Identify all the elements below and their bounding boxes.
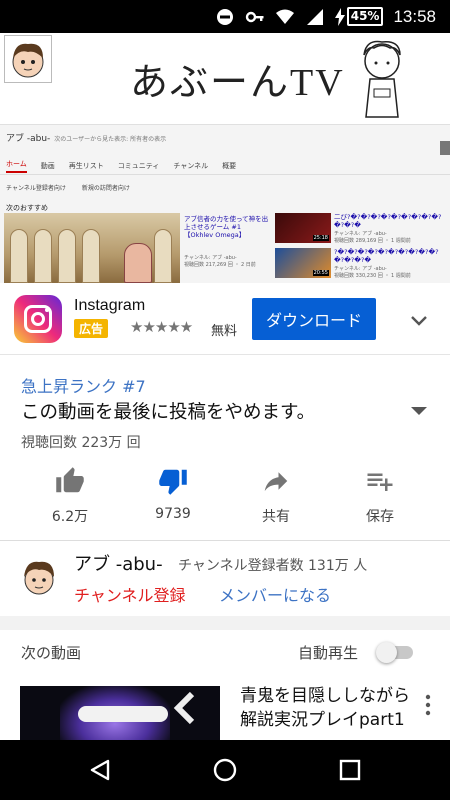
trending-rank[interactable]: 急上昇ランク #7 bbox=[21, 373, 146, 397]
channel-banner: あぶーんTV bbox=[0, 33, 450, 155]
navigation-bar bbox=[0, 740, 450, 800]
embedded-video-meta: チャンネル: アブ -abu- 視聴回数 289,169 回 ・ 1 週間前 bbox=[334, 231, 411, 244]
view-count: 視聴回数 223万 回 bbox=[21, 435, 141, 451]
embedded-tab: 概要 bbox=[222, 161, 237, 170]
ad-badge: 広告 bbox=[74, 319, 109, 338]
vpn-key-icon bbox=[245, 11, 264, 22]
battery-level: 45% bbox=[346, 7, 384, 26]
embedded-video-thumb: 20:55 bbox=[275, 248, 331, 278]
dislike-count: 9739 bbox=[155, 506, 191, 522]
thumbs-down-icon bbox=[159, 469, 187, 495]
share-icon bbox=[264, 472, 288, 491]
scroll-indicator bbox=[440, 141, 450, 155]
back-icon[interactable] bbox=[88, 758, 112, 782]
banner-character bbox=[363, 40, 401, 118]
ad-rating-stars: ★★★★★ bbox=[130, 318, 193, 336]
clock: 13:58 bbox=[393, 6, 436, 26]
embedded-tab: 動画 bbox=[40, 161, 55, 170]
section-separator bbox=[0, 616, 450, 630]
embedded-tab: コミュニティ bbox=[117, 161, 160, 170]
embedded-tab: 再生リスト bbox=[68, 161, 104, 170]
embedded-video-meta: チャンネル: アブ -abu- 視聴回数 330,230 回 ・ 1 週間前 bbox=[334, 266, 411, 279]
embedded-featured-meta: チャンネル: アブ -abu- 視聴回数 217,269 回 ・ 2 日前 bbox=[184, 255, 256, 268]
subscribe-button[interactable]: チャンネル登録 bbox=[74, 582, 186, 606]
embedded-section-label: 次のおすすめ bbox=[6, 204, 48, 212]
next-video-title[interactable]: 青鬼を目隠ししながら解説実況プレイpart1 bbox=[240, 684, 410, 740]
embedded-video-thumb: 25:18 bbox=[275, 213, 331, 243]
more-options-icon[interactable] bbox=[424, 694, 432, 716]
autoplay-label: 自動再生 bbox=[298, 644, 359, 662]
charging-icon bbox=[334, 7, 345, 26]
embedded-tab: チャンネル bbox=[173, 161, 209, 170]
channel-avatar[interactable] bbox=[18, 556, 60, 598]
join-membership-button[interactable]: メンバーになる bbox=[219, 582, 331, 606]
dislike-button[interactable]: 9739 bbox=[133, 466, 213, 522]
video-title[interactable]: この動画を最後に投稿をやめます。 bbox=[21, 398, 391, 424]
embedded-tab: ホーム bbox=[6, 159, 27, 173]
like-count: 6.2万 bbox=[51, 509, 89, 525]
embedded-tabs: ホーム 動画 再生リスト コミュニティ チャンネル 概要 bbox=[0, 157, 450, 175]
embedded-video-title: 二び?�?�?�?�?�?�?�?�?�?�?�?� bbox=[334, 213, 442, 229]
download-button[interactable]: ダウンロード bbox=[252, 298, 376, 340]
thumbs-up-icon bbox=[56, 467, 84, 493]
embedded-video-title: ?�?�?�?�?�?�?�?�?�?�?�?�?�?� bbox=[334, 248, 439, 264]
home-icon[interactable] bbox=[213, 758, 237, 782]
video-player[interactable]: あぶーんTV アブ -abu- 次のユーザーから見た表示: 所有者の表示 ホーム … bbox=[0, 33, 450, 283]
chevron-down-icon[interactable] bbox=[408, 309, 430, 331]
up-next-label: 次の動画 bbox=[21, 644, 82, 662]
share-label: 共有 bbox=[262, 509, 290, 525]
next-video-thumbnail[interactable] bbox=[20, 686, 220, 740]
battery-indicator: 45% bbox=[334, 7, 384, 26]
divider bbox=[0, 540, 450, 541]
cell-signal-icon bbox=[306, 8, 323, 25]
channel-name[interactable]: アブ -abu- bbox=[74, 550, 163, 576]
banner-title: あぶーんTV bbox=[130, 62, 345, 104]
save-label: 保存 bbox=[366, 509, 394, 525]
instagram-icon[interactable] bbox=[14, 295, 62, 343]
ad-banner[interactable]: Instagram 広告 ★★★★★ 無料 ダウンロード bbox=[0, 283, 450, 355]
ad-app-name: Instagram bbox=[74, 297, 146, 314]
playlist-add-icon bbox=[367, 473, 393, 491]
embedded-subtabs: チャンネル登録者向け 新規の訪問者向け bbox=[6, 185, 130, 192]
share-button[interactable]: 共有 bbox=[236, 466, 316, 526]
autoplay-toggle[interactable] bbox=[376, 641, 414, 663]
wifi-icon bbox=[275, 9, 294, 24]
ad-price: 無料 bbox=[211, 324, 238, 339]
do-not-disturb-icon bbox=[216, 8, 233, 25]
channel-avatar-small bbox=[4, 35, 52, 83]
action-bar: 6.2万 9739 共有 保存 bbox=[0, 466, 450, 526]
subscriber-count: チャンネル登録者数 131万 人 bbox=[178, 558, 368, 574]
embedded-channel-name: アブ -abu- 次のユーザーから見た表示: 所有者の表示 bbox=[6, 134, 167, 144]
expand-description-icon[interactable] bbox=[408, 402, 430, 420]
save-button[interactable]: 保存 bbox=[340, 466, 420, 526]
embedded-featured-title: アブ信者の力を使って神を出上させるゲーム #1【Okhlev Omega】 bbox=[184, 215, 269, 239]
recents-icon[interactable] bbox=[338, 758, 362, 782]
like-button[interactable]: 6.2万 bbox=[30, 466, 110, 526]
status-bar: 45% 13:58 bbox=[0, 0, 450, 33]
embedded-featured-thumbnail bbox=[4, 213, 180, 283]
